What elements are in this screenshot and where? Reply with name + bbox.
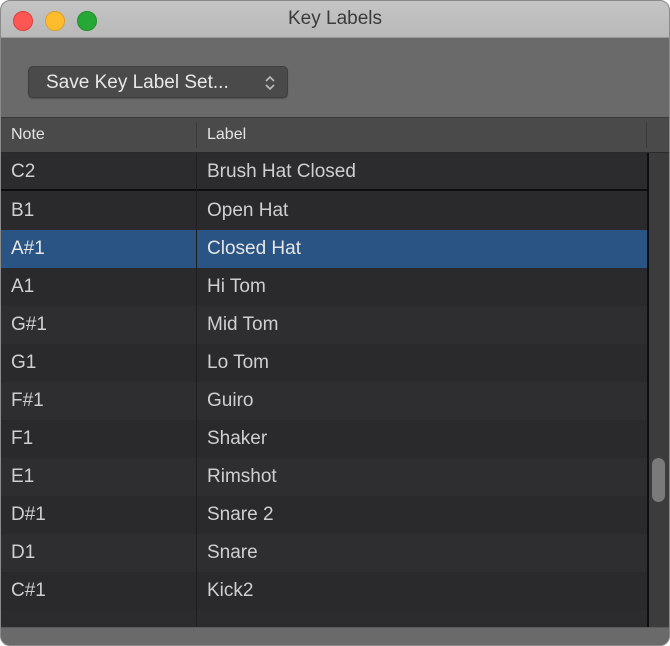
- table-row[interactable]: B1 Open Hat: [1, 192, 647, 230]
- note-cell: A1: [11, 276, 35, 297]
- toolbar: Save Key Label Set...: [1, 38, 669, 117]
- label-cell[interactable]: Rimshot: [207, 458, 277, 496]
- title-bar[interactable]: Key Labels: [1, 1, 669, 38]
- label-cell[interactable]: Kick2: [207, 572, 253, 610]
- label-cell[interactable]: Snare 2: [207, 496, 274, 534]
- column-divider: [196, 153, 197, 628]
- note-cell: B1: [11, 200, 35, 221]
- table-header: Note Label: [1, 118, 669, 153]
- note-cell: C2: [11, 161, 36, 182]
- table-row[interactable]: G1 Lo Tom: [1, 344, 647, 382]
- label-cell[interactable]: Hi Tom: [207, 268, 266, 306]
- column-separator[interactable]: [646, 122, 647, 148]
- table-row[interactable]: F#1 Guiro: [1, 382, 647, 420]
- label-cell[interactable]: Open Hat: [207, 192, 288, 230]
- label-cell[interactable]: Closed Hat: [207, 230, 301, 268]
- label-cell[interactable]: Brush Hat Closed: [207, 153, 356, 191]
- note-cell: G#1: [11, 314, 47, 335]
- label-cell[interactable]: Guiro: [207, 382, 253, 420]
- table-row[interactable]: C2 Brush Hat Closed: [1, 153, 647, 191]
- window-title: Key Labels: [287, 8, 382, 29]
- label-cell[interactable]: Snare: [207, 534, 258, 572]
- note-cell: D#1: [11, 504, 46, 525]
- column-header-label[interactable]: Label: [207, 118, 246, 152]
- note-cell: E1: [11, 466, 35, 487]
- note-cell: C#1: [11, 580, 46, 601]
- table-row[interactable]: D1 Snare: [1, 534, 647, 572]
- key-labels-window: Key Labels Save Key Label Set... Note La…: [0, 0, 670, 646]
- label-cell[interactable]: Lo Tom: [207, 344, 269, 382]
- table-row[interactable]: C#1 Kick2: [1, 572, 647, 610]
- note-cell: D1: [11, 542, 36, 563]
- table-row[interactable]: A1 Hi Tom: [1, 268, 647, 306]
- note-cell: G1: [11, 352, 37, 373]
- note-cell: F1: [11, 428, 34, 449]
- label-cell[interactable]: Shaker: [207, 420, 267, 458]
- table-row[interactable]: E1 Rimshot: [1, 458, 647, 496]
- save-key-label-set-popup[interactable]: Save Key Label Set...: [28, 66, 288, 98]
- label-cell[interactable]: Mid Tom: [207, 306, 278, 344]
- column-header-note[interactable]: Note: [11, 118, 45, 152]
- vertical-scrollbar[interactable]: [649, 153, 669, 628]
- up-down-chevron-icon: [265, 75, 275, 91]
- scrollbar-thumb[interactable]: [652, 458, 665, 502]
- column-separator[interactable]: [196, 122, 197, 148]
- table-row[interactable]: F1 Shaker: [1, 420, 647, 458]
- popup-label: Save Key Label Set...: [46, 72, 229, 93]
- table-row[interactable]: G#1 Mid Tom: [1, 306, 647, 344]
- note-cell: F#1: [11, 390, 44, 411]
- window-footer: [1, 627, 669, 645]
- key-labels-table: Note Label C2 Brush Hat Closed B1 Open Hat A…: [1, 117, 669, 628]
- note-cell: A#1: [11, 238, 45, 259]
- table-body: C2 Brush Hat Closed B1 Open Hat A#1 Closed Ha…: [1, 153, 649, 628]
- table-row[interactable]: D#1 Snare 2: [1, 496, 647, 534]
- table-row[interactable]: A#1 Closed Hat: [1, 230, 647, 268]
